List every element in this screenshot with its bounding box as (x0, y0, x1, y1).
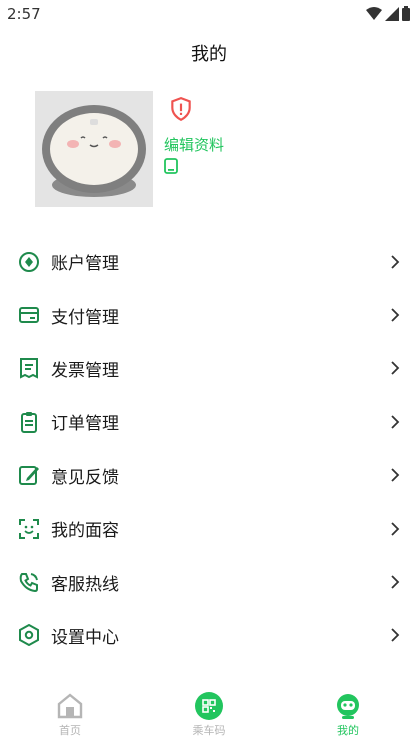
robot-face-icon (337, 694, 359, 719)
tab-label: 乘车码 (192, 724, 226, 737)
wifi-icon (366, 6, 382, 20)
menu-item-label: 订单管理 (51, 414, 119, 435)
menu-item-orders[interactable]: 订单管理 (0, 395, 418, 448)
status-bar: 2:57 (0, 0, 418, 28)
menu-item-hotline[interactable]: 客服热线 (0, 555, 418, 608)
card-icon (19, 307, 39, 324)
bottom-tab-bar: 首页 乘车码 我的 (0, 684, 418, 743)
menu-item-account[interactable]: 账户管理 (0, 235, 418, 288)
status-icons (366, 6, 410, 21)
clipboard-icon (21, 411, 37, 433)
tab-home[interactable]: 首页 (0, 684, 140, 738)
menu-item-label: 支付管理 (51, 307, 119, 328)
settings-hexagon-icon (19, 624, 39, 647)
account-icon (19, 251, 39, 272)
qr-code-icon (195, 692, 223, 720)
profile-badges (164, 96, 194, 126)
chevron-right-icon (391, 308, 400, 322)
tab-mine[interactable]: 我的 (278, 684, 418, 738)
menu-item-label: 账户管理 (51, 254, 119, 275)
chevron-right-icon (391, 255, 400, 269)
page-header: 我的 (0, 40, 418, 66)
menu-item-label: 意见反馈 (51, 467, 119, 488)
chevron-right-icon (391, 468, 400, 482)
menu-item-label: 发票管理 (51, 360, 119, 381)
menu-item-label: 我的面容 (51, 521, 119, 542)
settings-menu: 账户管理 支付管理 发票管理 订单管理 意见反馈 我的面容 客服热线 设置中心 (0, 235, 418, 662)
signal-icon (385, 6, 399, 21)
chevron-right-icon (391, 522, 400, 536)
feedback-icon (19, 466, 39, 486)
menu-item-label: 设置中心 (51, 627, 119, 648)
avatar-illustration (42, 105, 146, 197)
home-icon (57, 693, 83, 719)
menu-item-invoice[interactable]: 发票管理 (0, 342, 418, 395)
chevron-right-icon (391, 361, 400, 376)
chevron-right-icon (391, 575, 400, 589)
menu-item-payment[interactable]: 支付管理 (0, 288, 418, 341)
avatar[interactable] (35, 91, 153, 207)
phone-icon (19, 573, 38, 593)
menu-item-settings[interactable]: 设置中心 (0, 609, 418, 662)
chevron-right-icon (391, 415, 400, 429)
tab-label: 我的 (337, 724, 359, 737)
menu-item-face[interactable]: 我的面容 (0, 502, 418, 555)
tab-label: 首页 (59, 724, 81, 737)
edit-profile-link[interactable]: 编辑资料 (164, 134, 224, 155)
status-time: 2:57 (7, 5, 41, 23)
face-scan-icon (19, 518, 39, 539)
battery-icon (402, 6, 410, 21)
chevron-right-icon (391, 628, 400, 643)
menu-item-feedback[interactable]: 意见反馈 (0, 449, 418, 502)
invoice-icon (20, 358, 38, 380)
tab-ride-code[interactable]: 乘车码 (139, 684, 279, 738)
shield-warning-icon (171, 97, 191, 122)
menu-item-label: 客服热线 (51, 574, 119, 595)
device-icon (164, 158, 178, 174)
page-title: 我的 (191, 44, 227, 65)
